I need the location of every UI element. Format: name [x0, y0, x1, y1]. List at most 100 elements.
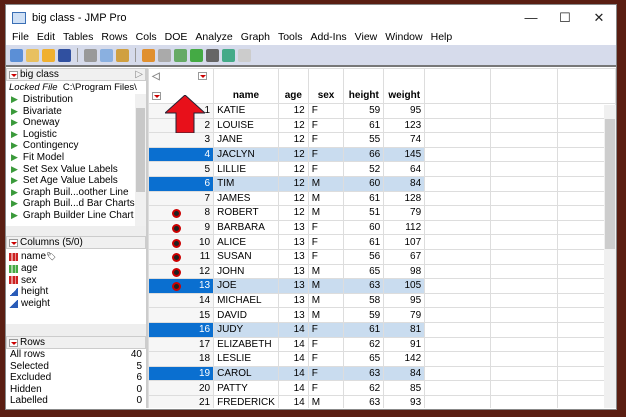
cell-weight[interactable]: 84 [383, 175, 426, 192]
cell-weight[interactable]: 112 [383, 219, 426, 236]
table-row[interactable]: 1 KATIE 12 F 59 95 [148, 103, 616, 119]
cell-name[interactable]: KATIE [213, 103, 279, 119]
cell-weight[interactable]: 85 [383, 380, 426, 396]
cell-weight[interactable]: 98 [383, 263, 426, 280]
cell-age[interactable]: 13 [277, 219, 309, 236]
table-script-item[interactable]: ▶ Set Sex Value Labels [6, 164, 146, 176]
red-triangle-icon[interactable] [9, 238, 18, 247]
row-header[interactable]: 15 [148, 307, 215, 323]
red-triangle-icon[interactable] [9, 70, 18, 79]
cell-age[interactable]: 13 [277, 278, 309, 294]
cell-weight[interactable]: 142 [383, 351, 426, 367]
grid-icon[interactable] [174, 48, 187, 62]
row-header[interactable]: 16 [148, 321, 215, 338]
cell-name[interactable]: JOHN [213, 263, 279, 280]
cell-sex[interactable]: F [307, 365, 345, 382]
cell-weight[interactable]: 93 [383, 394, 426, 408]
rows-red-triangle-icon[interactable] [152, 92, 161, 100]
table-row[interactable]: 19 CAROL 14 F 63 84 [148, 365, 616, 382]
cell-weight[interactable]: 128 [383, 190, 426, 207]
cell-height[interactable]: 52 [343, 161, 385, 177]
column-header-age[interactable]: age [277, 68, 309, 104]
column-item-age[interactable]: age [6, 263, 146, 275]
run-script-icon[interactable]: ▶ [11, 129, 18, 139]
table-row[interactable]: 2 LOUISE 12 F 61 123 [148, 117, 616, 134]
cell-sex[interactable]: M [307, 263, 345, 280]
run-script-icon[interactable]: ▶ [11, 198, 18, 208]
open-icon[interactable] [42, 48, 55, 62]
cell-height[interactable]: 58 [343, 292, 385, 309]
table-script-item[interactable]: ▶ Graph Buil...d Bar Charts [6, 198, 146, 210]
menu-tables[interactable]: Tables [63, 31, 93, 45]
cell-height[interactable]: 66 [343, 146, 385, 163]
cell-sex[interactable]: F [307, 351, 345, 367]
table-row[interactable]: 16 JUDY 14 F 61 81 [148, 321, 616, 338]
cell-height[interactable]: 65 [343, 351, 385, 367]
cell-weight[interactable]: 95 [383, 103, 426, 119]
column-header-weight[interactable]: weight [383, 68, 426, 104]
column-item-sex[interactable]: sex [6, 275, 146, 287]
distribution-icon[interactable] [190, 48, 203, 62]
cut-icon[interactable] [84, 48, 97, 62]
cell-name[interactable]: BARBARA [213, 219, 279, 236]
cell-age[interactable]: 14 [277, 365, 309, 382]
cell-weight[interactable]: 105 [383, 278, 426, 294]
cell-height[interactable]: 63 [343, 365, 385, 382]
table-script-item[interactable]: ▶ Distribution [6, 94, 146, 106]
row-header[interactable]: 7 [148, 190, 215, 207]
cell-name[interactable]: JACLYN [213, 146, 279, 163]
run-script-icon[interactable]: ▶ [11, 164, 18, 174]
red-triangle-icon[interactable] [9, 338, 18, 347]
menu-analyze[interactable]: Analyze [195, 31, 232, 45]
row-header[interactable]: 11 [148, 248, 215, 265]
columns-header[interactable]: Columns (5/0) [6, 236, 146, 249]
cell-name[interactable]: SUSAN [213, 248, 279, 265]
cell-age[interactable]: 14 [277, 321, 309, 338]
cell-age[interactable]: 13 [277, 234, 309, 250]
table-row[interactable]: 4 JACLYN 12 F 66 145 [148, 146, 616, 163]
cell-name[interactable]: ROBERT [213, 205, 279, 221]
cell-age[interactable]: 12 [277, 205, 309, 221]
rows-header[interactable]: Rows [6, 336, 146, 349]
cell-height[interactable]: 62 [343, 336, 385, 353]
cell-weight[interactable]: 145 [383, 146, 426, 163]
menu-graph[interactable]: Graph [241, 31, 270, 45]
cell-sex[interactable]: F [307, 321, 345, 338]
cell-name[interactable]: ALICE [213, 234, 279, 250]
row-header[interactable]: 17 [148, 336, 215, 353]
new-script-icon[interactable] [26, 48, 39, 62]
run-script-icon[interactable]: ▶ [11, 175, 18, 185]
table-script-item[interactable]: ▶ Contingency [6, 140, 146, 152]
cell-age[interactable]: 14 [277, 351, 309, 367]
cell-age[interactable]: 14 [277, 394, 309, 408]
cell-sex[interactable]: M [307, 190, 345, 207]
run-script-icon[interactable]: ▶ [11, 106, 18, 116]
table-script-item[interactable]: ▶ Oneway [6, 117, 146, 129]
table-row[interactable]: 20 PATTY 14 F 62 85 [148, 380, 616, 396]
row-header[interactable]: 3 [148, 132, 215, 148]
scripts-scrollbar[interactable] [135, 94, 146, 226]
cell-height[interactable]: 60 [343, 219, 385, 236]
cell-height[interactable]: 62 [343, 380, 385, 396]
cell-age[interactable]: 14 [277, 336, 309, 353]
menu-file[interactable]: File [12, 31, 29, 45]
cell-name[interactable]: LOUISE [213, 117, 279, 134]
scrollbar-thumb[interactable] [136, 108, 145, 192]
cell-age[interactable]: 13 [277, 292, 309, 309]
tables-icon[interactable] [158, 48, 171, 62]
cell-sex[interactable]: M [307, 175, 345, 192]
cell-sex[interactable]: F [307, 161, 345, 177]
cell-age[interactable]: 12 [277, 161, 309, 177]
menu-doe[interactable]: DOE [165, 31, 188, 45]
cell-weight[interactable]: 91 [383, 336, 426, 353]
table-row[interactable]: 7 JAMES 12 M 61 128 [148, 190, 616, 207]
cell-height[interactable]: 60 [343, 175, 385, 192]
cell-age[interactable]: 14 [277, 380, 309, 396]
cell-height[interactable]: 65 [343, 263, 385, 280]
row-header[interactable]: 9 [148, 219, 215, 236]
row-header[interactable]: 5 [148, 161, 215, 177]
table-row[interactable]: 12 JOHN 13 M 65 98 [148, 263, 616, 280]
menu-add-ins[interactable]: Add-Ins [310, 31, 346, 45]
row-header[interactable]: 14 [148, 292, 215, 309]
cell-age[interactable]: 13 [277, 307, 309, 323]
